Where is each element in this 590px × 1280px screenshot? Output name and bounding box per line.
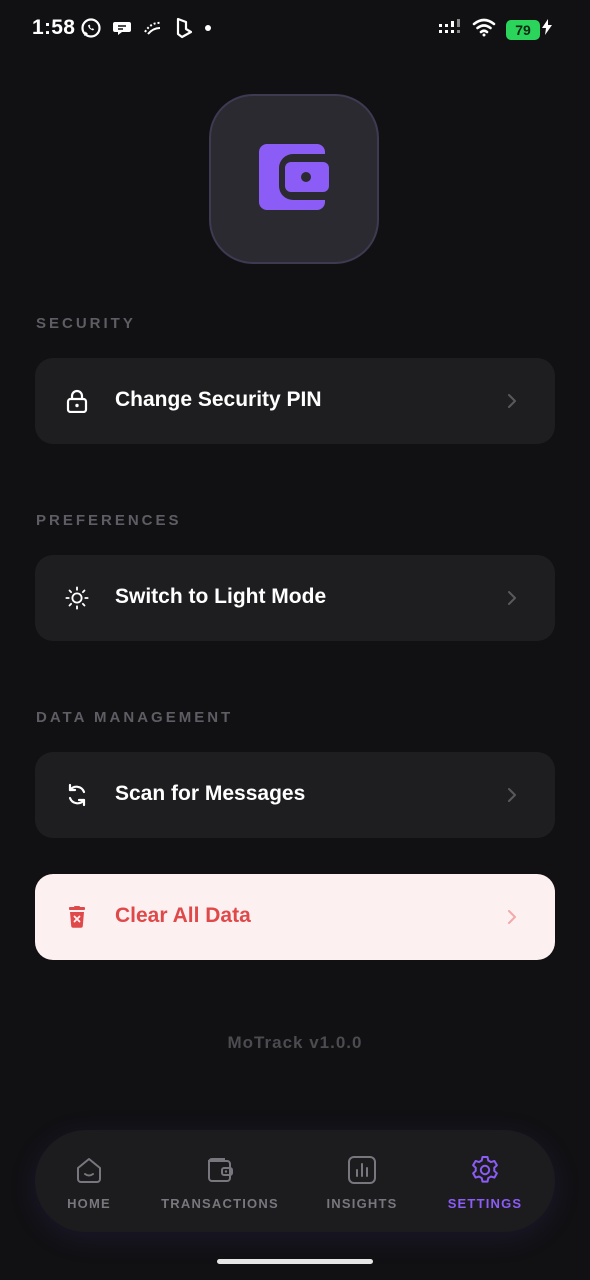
bottom-nav: HOME TRANSACTIONS INSIGHTS SETTINGS — [35, 1130, 555, 1232]
chevron-right-icon — [505, 786, 519, 804]
status-bar: 1:58 79 — [0, 0, 590, 60]
lock-icon — [65, 389, 89, 413]
chevron-right-icon — [505, 908, 519, 926]
chevron-right-icon — [505, 392, 519, 410]
signal-icon — [438, 18, 462, 41]
switch-light-mode-label: Switch to Light Mode — [115, 585, 327, 608]
change-security-pin-row[interactable]: Change Security PIN — [35, 358, 555, 444]
chevron-right-icon — [505, 589, 519, 607]
scan-for-messages-row[interactable]: Scan for Messages — [35, 752, 555, 838]
nav-insights-label: INSIGHTS — [326, 1196, 398, 1211]
gear-icon — [469, 1154, 501, 1186]
section-preferences-heading: PREFERENCES — [36, 512, 182, 529]
scan-for-messages-label: Scan for Messages — [115, 782, 306, 805]
nav-home[interactable]: HOME — [59, 1130, 119, 1232]
section-data-management-heading: DATA MANAGEMENT — [36, 709, 234, 726]
bing-icon — [174, 17, 194, 39]
trash-icon — [65, 905, 89, 929]
battery-indicator: 79 — [506, 19, 540, 40]
nav-settings[interactable]: SETTINGS — [445, 1130, 525, 1232]
wallet-icon — [204, 1154, 236, 1186]
wifi-icon — [472, 17, 496, 42]
change-security-pin-label: Change Security PIN — [115, 388, 322, 411]
nav-insights[interactable]: INSIGHTS — [322, 1130, 402, 1232]
wallet-icon — [259, 143, 329, 215]
chat-bubble-icon — [112, 18, 132, 38]
status-right: 79 — [438, 17, 552, 42]
section-security-heading: SECURITY — [36, 315, 136, 332]
sun-icon — [65, 586, 89, 610]
nav-transactions[interactable]: TRANSACTIONS — [160, 1130, 280, 1232]
switch-light-mode-row[interactable]: Switch to Light Mode — [35, 555, 555, 641]
chart-icon — [346, 1154, 378, 1186]
status-time: 1:58 — [32, 16, 76, 39]
clear-all-data-row[interactable]: Clear All Data — [35, 874, 555, 960]
nav-home-label: HOME — [67, 1196, 111, 1211]
app-notification-icon — [142, 18, 164, 38]
app-version: MoTrack v1.0.0 — [227, 1033, 363, 1052]
nav-transactions-label: TRANSACTIONS — [161, 1196, 279, 1211]
notification-icons — [80, 17, 212, 39]
app-logo — [209, 94, 379, 264]
more-notifications-dot — [204, 24, 212, 32]
clear-all-data-label: Clear All Data — [115, 904, 251, 927]
whatsapp-icon — [80, 17, 102, 39]
refresh-icon — [65, 783, 89, 807]
home-icon — [73, 1154, 105, 1186]
charging-icon — [542, 19, 552, 40]
home-indicator-bar[interactable] — [217, 1259, 373, 1264]
nav-settings-label: SETTINGS — [447, 1196, 523, 1211]
